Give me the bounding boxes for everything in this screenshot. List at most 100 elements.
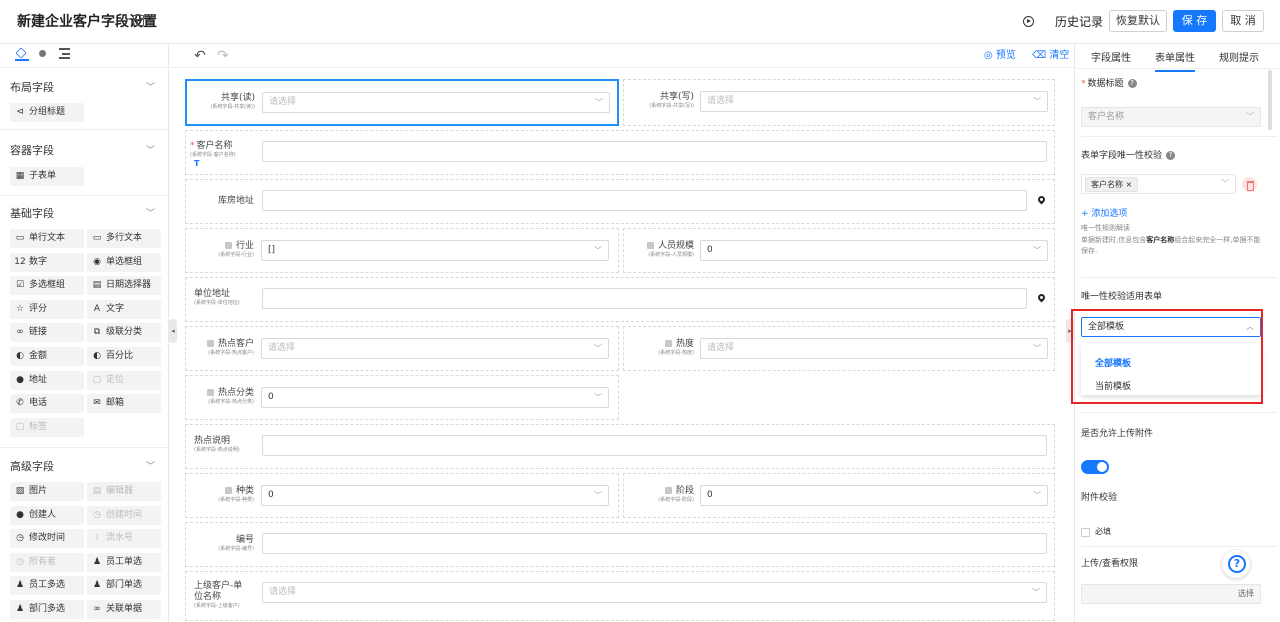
palette-item[interactable]: ♟ 部门多选: [10, 600, 84, 619]
section-layout[interactable]: 布局字段: [10, 79, 54, 95]
warehouse-address-input[interactable]: [262, 190, 1027, 211]
palette-item[interactable]: ∞ 关联单据: [87, 600, 161, 619]
section-container[interactable]: 容器字段: [10, 142, 54, 158]
chevron-down-icon[interactable]: ﹀: [146, 80, 155, 93]
history-link[interactable]: 历史记录: [1055, 14, 1103, 30]
allow-upload-toggle[interactable]: [1081, 460, 1109, 474]
chevron-down-icon[interactable]: ﹀: [146, 459, 155, 472]
divider: [1081, 546, 1277, 547]
play-icon[interactable]: [1023, 16, 1034, 27]
stage-select[interactable]: 0 ﹀: [700, 485, 1048, 506]
tab-outline[interactable]: [58, 47, 72, 61]
field-heat[interactable]: 热度 (系统字段-热度) 请选择 ﹀: [623, 326, 1055, 371]
permission-select[interactable]: 选择: [1081, 584, 1261, 604]
palette-item[interactable]: ● 地址: [10, 370, 84, 390]
palette-item[interactable]: ▤ 日期选择器: [87, 276, 161, 296]
hot-category-select[interactable]: 0 ﹀: [261, 387, 609, 408]
chevron-down-icon[interactable]: ﹀: [146, 143, 155, 156]
staff-size-select[interactable]: 0 ﹀: [700, 240, 1048, 261]
help-button[interactable]: [1222, 550, 1250, 578]
section-basic[interactable]: 基础字段: [10, 205, 54, 221]
parent-customer-select[interactable]: 请选择 ﹀: [262, 582, 1047, 603]
location-pin-icon[interactable]: [1036, 194, 1047, 205]
palette-item[interactable]: ✆ 电话: [10, 394, 84, 414]
field-staff-size[interactable]: 人员规模 (系统字段-人员规模) 0 ﹀: [623, 228, 1055, 273]
scrollbar[interactable]: [1268, 70, 1272, 130]
collapse-left-handle[interactable]: ◂: [169, 319, 177, 343]
palette-item[interactable]: ▨ 图片: [10, 482, 84, 501]
unique-field-tag[interactable]: 客户名称 ×: [1085, 177, 1139, 192]
hot-customer-select[interactable]: 请选择 ﹀: [261, 338, 609, 359]
restore-default-button[interactable]: 恢复默认: [1109, 10, 1167, 32]
field-hot-customer[interactable]: 热点客户 (系统字段-热点客户) 请选择 ﹀: [185, 326, 619, 371]
tab-field-properties[interactable]: 字段属性: [1091, 49, 1131, 64]
trash-icon[interactable]: [1242, 177, 1257, 192]
palette-item[interactable]: ♟ 部门单选: [87, 576, 161, 596]
species-select[interactable]: 0 ﹀: [261, 485, 609, 506]
field-parent-customer[interactable]: 上级客户-单 位名称 (系统字段-上级客户) 请选择 ﹀: [185, 571, 1055, 621]
save-button[interactable]: 保 存: [1173, 10, 1216, 32]
palette-item[interactable]: ⧉ 级联分类: [87, 323, 161, 343]
field-stage[interactable]: 阶段 (系统字段-阶段) 0 ﹀: [623, 473, 1055, 518]
heat-select[interactable]: 请选择 ﹀: [700, 338, 1048, 359]
field-customer-name[interactable]: * 客户名称 (系统字段-客户名称) T: [185, 130, 1055, 175]
help-icon[interactable]: ?: [1127, 79, 1137, 88]
field-industry[interactable]: 行业 (系统字段-行业) [] ﹀: [185, 228, 619, 273]
required-checkbox[interactable]: [1081, 528, 1090, 537]
field-species[interactable]: 种类 (系统字段-种类) 0 ﹀: [185, 473, 619, 518]
undo-icon[interactable]: ↶: [194, 49, 206, 63]
palette-item[interactable]: ⊲ 分组标题: [10, 103, 84, 122]
field-number[interactable]: 编号 (系统字段-编号): [185, 522, 1055, 567]
field-type-icon: ♟: [92, 556, 102, 567]
hot-description-input[interactable]: [262, 435, 1047, 456]
permission-label: 上传/查看权限: [1081, 559, 1139, 569]
palette-item[interactable]: 12 数字: [10, 252, 84, 272]
label-text: 编号: [235, 535, 254, 545]
tab-settings[interactable]: [36, 47, 50, 61]
label-sub: (系统字段-热点分类): [208, 399, 254, 405]
preview-button[interactable]: ◎ 预览: [984, 49, 1016, 63]
tab-rule-tips[interactable]: 规则提示: [1219, 49, 1259, 64]
share-read-select[interactable]: 请选择 ﹀: [262, 92, 610, 113]
palette-item[interactable]: ▭ 单行文本: [10, 229, 84, 248]
tab-components[interactable]: [15, 47, 29, 61]
clear-button[interactable]: ⌫ 清空: [1032, 49, 1069, 63]
palette-item[interactable]: ✉ 邮箱: [87, 394, 161, 414]
cancel-button[interactable]: 取 消: [1222, 10, 1264, 32]
add-option-button[interactable]: + 添加选项: [1081, 206, 1127, 219]
field-share-read[interactable]: 共享(读) (系统字段-共享(读)) 请选择 ﹀: [185, 79, 619, 126]
palette-item[interactable]: ◐ 金额: [10, 347, 84, 366]
location-pin-icon[interactable]: [1036, 292, 1047, 303]
section-advanced[interactable]: 高级字段: [10, 458, 54, 474]
chevron-down-icon[interactable]: ﹀: [146, 206, 155, 219]
number-input[interactable]: [262, 533, 1047, 554]
field-type-icon: ✉: [93, 398, 101, 409]
field-share-write[interactable]: 共享(写) (系统字段-共享(写)) 请选择 ﹀: [623, 79, 1055, 126]
palette-item[interactable]: ∞ 链接: [10, 323, 84, 343]
palette-item[interactable]: A 文字: [87, 299, 161, 319]
palette-item[interactable]: ◉ 单选框组: [87, 252, 161, 272]
palette-item[interactable]: ☆ 评分: [10, 299, 84, 319]
palette-item[interactable]: ● 创建人: [10, 505, 84, 525]
customer-name-input[interactable]: [262, 141, 1047, 162]
share-write-select[interactable]: 请选择 ﹀: [700, 91, 1048, 112]
palette-item[interactable]: ♟ 员工单选: [87, 552, 161, 572]
industry-select[interactable]: [] ﹀: [261, 240, 609, 261]
choose-button[interactable]: 选择: [1238, 585, 1254, 603]
help-icon[interactable]: ?: [1166, 151, 1176, 160]
palette-item[interactable]: ◷ 修改时间: [10, 529, 84, 549]
palette-item[interactable]: ☑ 多选框组: [10, 276, 84, 296]
palette-item[interactable]: ♟ 员工多选: [10, 576, 84, 596]
field-company-address[interactable]: 单位地址 (系统字段-单位地址): [185, 277, 1055, 322]
redo-icon[interactable]: ↷: [217, 49, 229, 63]
palette-item[interactable]: ▭ 多行文本: [87, 229, 161, 248]
palette-item[interactable]: ▦ 子表单: [10, 167, 84, 186]
company-address-input[interactable]: [262, 288, 1027, 309]
palette-item[interactable]: ◐ 百分比: [87, 347, 161, 366]
layout-icon[interactable]: [133, 15, 144, 26]
field-hot-description[interactable]: 热点说明 (系统字段-热点说明): [185, 424, 1055, 469]
data-title-select[interactable]: 客户名称 ﹀: [1081, 107, 1261, 127]
field-hot-category[interactable]: 热点分类 (系统字段-热点分类) 0 ﹀: [185, 375, 619, 420]
palette-item-label: 级联分类: [106, 327, 143, 338]
field-warehouse-address[interactable]: 库房地址: [185, 179, 1055, 224]
